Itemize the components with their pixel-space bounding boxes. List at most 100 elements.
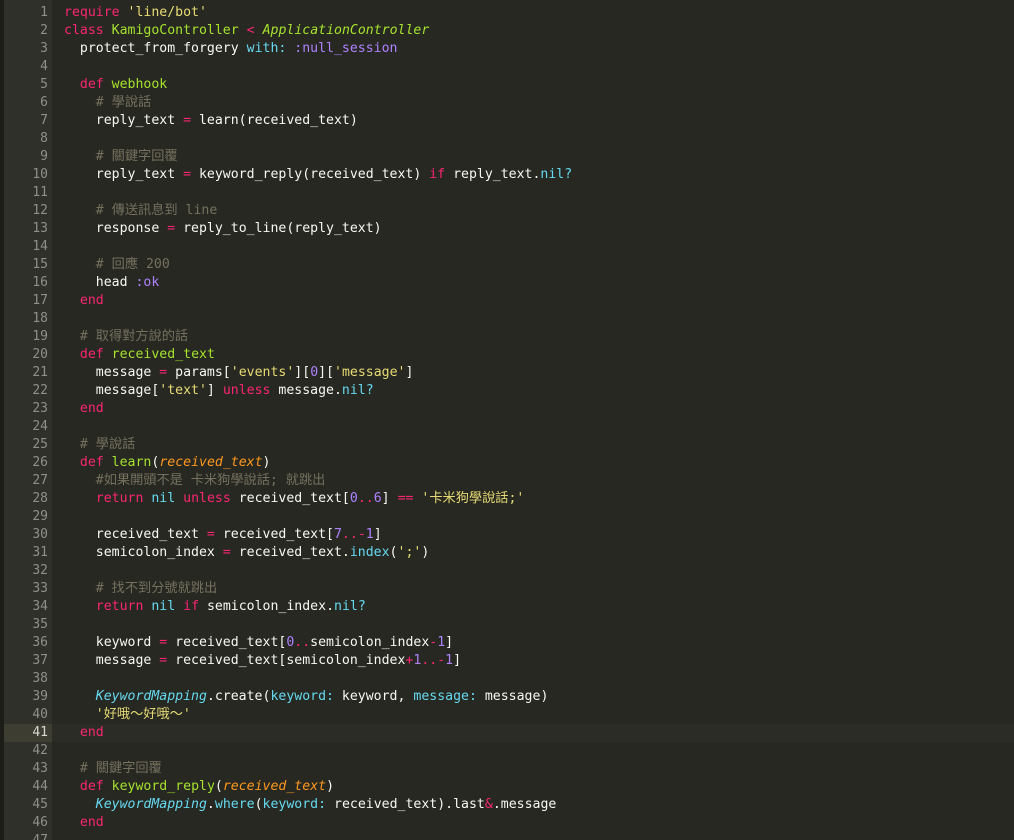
code-token: 1 [437,635,446,650]
code-token: semicolon_index. [199,599,335,614]
code-line[interactable]: received_text = received_text[7..-1] [64,526,1014,544]
code-token: ][ [294,365,311,380]
line-number: 11 [32,185,48,200]
code-token: message. [270,383,342,398]
code-line[interactable] [64,508,1014,526]
code-line[interactable]: protect_from_forgery with: :null_session [64,40,1014,58]
code-line[interactable]: return nil if semicolon_index.nil? [64,598,1014,616]
line-number: 35 [32,617,48,632]
line-number: 2 [40,23,48,38]
code-token: .. [341,527,358,542]
code-token: 6 [373,491,382,506]
code-token: if [183,599,200,614]
code-line[interactable]: # 傳送訊息到 line [64,202,1014,220]
code-token: received_text [111,347,215,362]
code-token: learn [111,455,152,470]
code-token: 'message' [334,365,406,380]
code-line[interactable]: # 找不到分號就跳出 [64,580,1014,598]
code-line[interactable]: def received_text [64,346,1014,364]
code-token: message [64,653,160,668]
code-token: reply_text [64,113,184,128]
code-token: nil [151,599,176,614]
code-token: & [484,797,493,812]
code-line[interactable]: # 學說話 [64,94,1014,112]
code-line[interactable]: end [52,724,1014,742]
line-number: 38 [32,671,48,686]
line-number: 22 [32,383,48,398]
code-token: ][ [318,365,335,380]
line-number: 20 [32,347,48,362]
code-token: .message [492,797,557,812]
code-editor[interactable]: 1 2 3 4 5 6 7 8 9 10 11 12 13 14 15 16 17 18 19 20 21 22 23 24 2… [0,0,1014,840]
line-number: 7 [40,113,48,128]
code-token: semicolon_index [64,545,223,560]
line-number: 13 [32,221,48,236]
code-line[interactable] [64,832,1014,840]
code-line[interactable] [64,310,1014,328]
code-line[interactable] [64,670,1014,688]
code-line[interactable] [64,184,1014,202]
code-token: protect_from_forgery [64,41,247,56]
code-token: keyword_reply(received_text) [191,167,430,182]
code-line[interactable]: # 關鍵字回覆 [64,148,1014,166]
code-line[interactable]: # 學說話 [64,436,1014,454]
code-line[interactable]: #如果開頭不是 卡米狗學說話; 就跳出 [64,472,1014,490]
code-line[interactable]: require 'line/bot' [64,4,1014,22]
code-token: KeywordMapping [95,797,207,812]
code-line[interactable]: # 關鍵字回覆 [64,760,1014,778]
code-line[interactable]: reply_text = learn(received_text) [64,112,1014,130]
line-number-gutter[interactable]: 1 2 3 4 5 6 7 8 9 10 11 12 13 14 15 16 17 18 19 20 21 22 23 24 2… [4,0,52,840]
line-number: 46 [32,815,48,830]
code-token: ] [453,653,462,668]
code-token: ';' [397,545,422,560]
code-token: keyword: [262,797,327,812]
code-area[interactable]: require 'line/bot' class KamigoController… [52,4,1014,840]
code-token: received_text[ [167,635,287,650]
code-line[interactable] [64,742,1014,760]
code-line[interactable]: reply_text = keyword_reply(received_text… [64,166,1014,184]
code-line[interactable]: end [64,292,1014,310]
code-line[interactable] [64,238,1014,256]
code-line[interactable]: def webhook [64,76,1014,94]
code-token: . [206,797,215,812]
line-number: 32 [32,563,48,578]
code-line[interactable]: # 回應 200 [64,256,1014,274]
code-line[interactable] [64,130,1014,148]
code-line[interactable]: def learn(received_text) [64,454,1014,472]
code-line[interactable]: end [64,400,1014,418]
code-line[interactable]: # 取得對方說的話 [64,328,1014,346]
code-token: def [79,347,104,362]
code-token: .. [421,653,438,668]
code-line[interactable]: message['text'] unless message.nil? [64,382,1014,400]
code-line[interactable]: message = received_text[semicolon_index+… [64,652,1014,670]
code-line[interactable] [64,562,1014,580]
code-line[interactable]: return nil unless received_text[0..6] ==… [64,490,1014,508]
code-token: .. [294,635,311,650]
code-line[interactable]: KeywordMapping.create(keyword: keyword, … [64,688,1014,706]
code-token: 'events' [230,365,295,380]
code-line[interactable]: semicolon_index = received_text.index(';… [64,544,1014,562]
code-token: received_text. [230,545,350,560]
code-line[interactable]: keyword = received_text[0..semicolon_ind… [64,634,1014,652]
code-token: ] [373,527,382,542]
code-line[interactable]: '好哦～好哦～' [64,706,1014,724]
code-line[interactable] [64,58,1014,76]
code-line[interactable]: message = params['events'][0]['message'] [64,364,1014,382]
code-line[interactable]: end [64,814,1014,832]
code-line[interactable]: class KamigoController < ApplicationCont… [64,22,1014,40]
code-line[interactable]: response = reply_to_line(reply_text) [64,220,1014,238]
code-line[interactable]: def keyword_reply(received_text) [64,778,1014,796]
code-token: :null_session [294,41,398,56]
code-line[interactable] [64,418,1014,436]
code-line[interactable]: head :ok [64,274,1014,292]
code-line[interactable] [64,616,1014,634]
code-token: ] [206,383,223,398]
code-line[interactable]: KeywordMapping.where(keyword: received_t… [64,796,1014,814]
